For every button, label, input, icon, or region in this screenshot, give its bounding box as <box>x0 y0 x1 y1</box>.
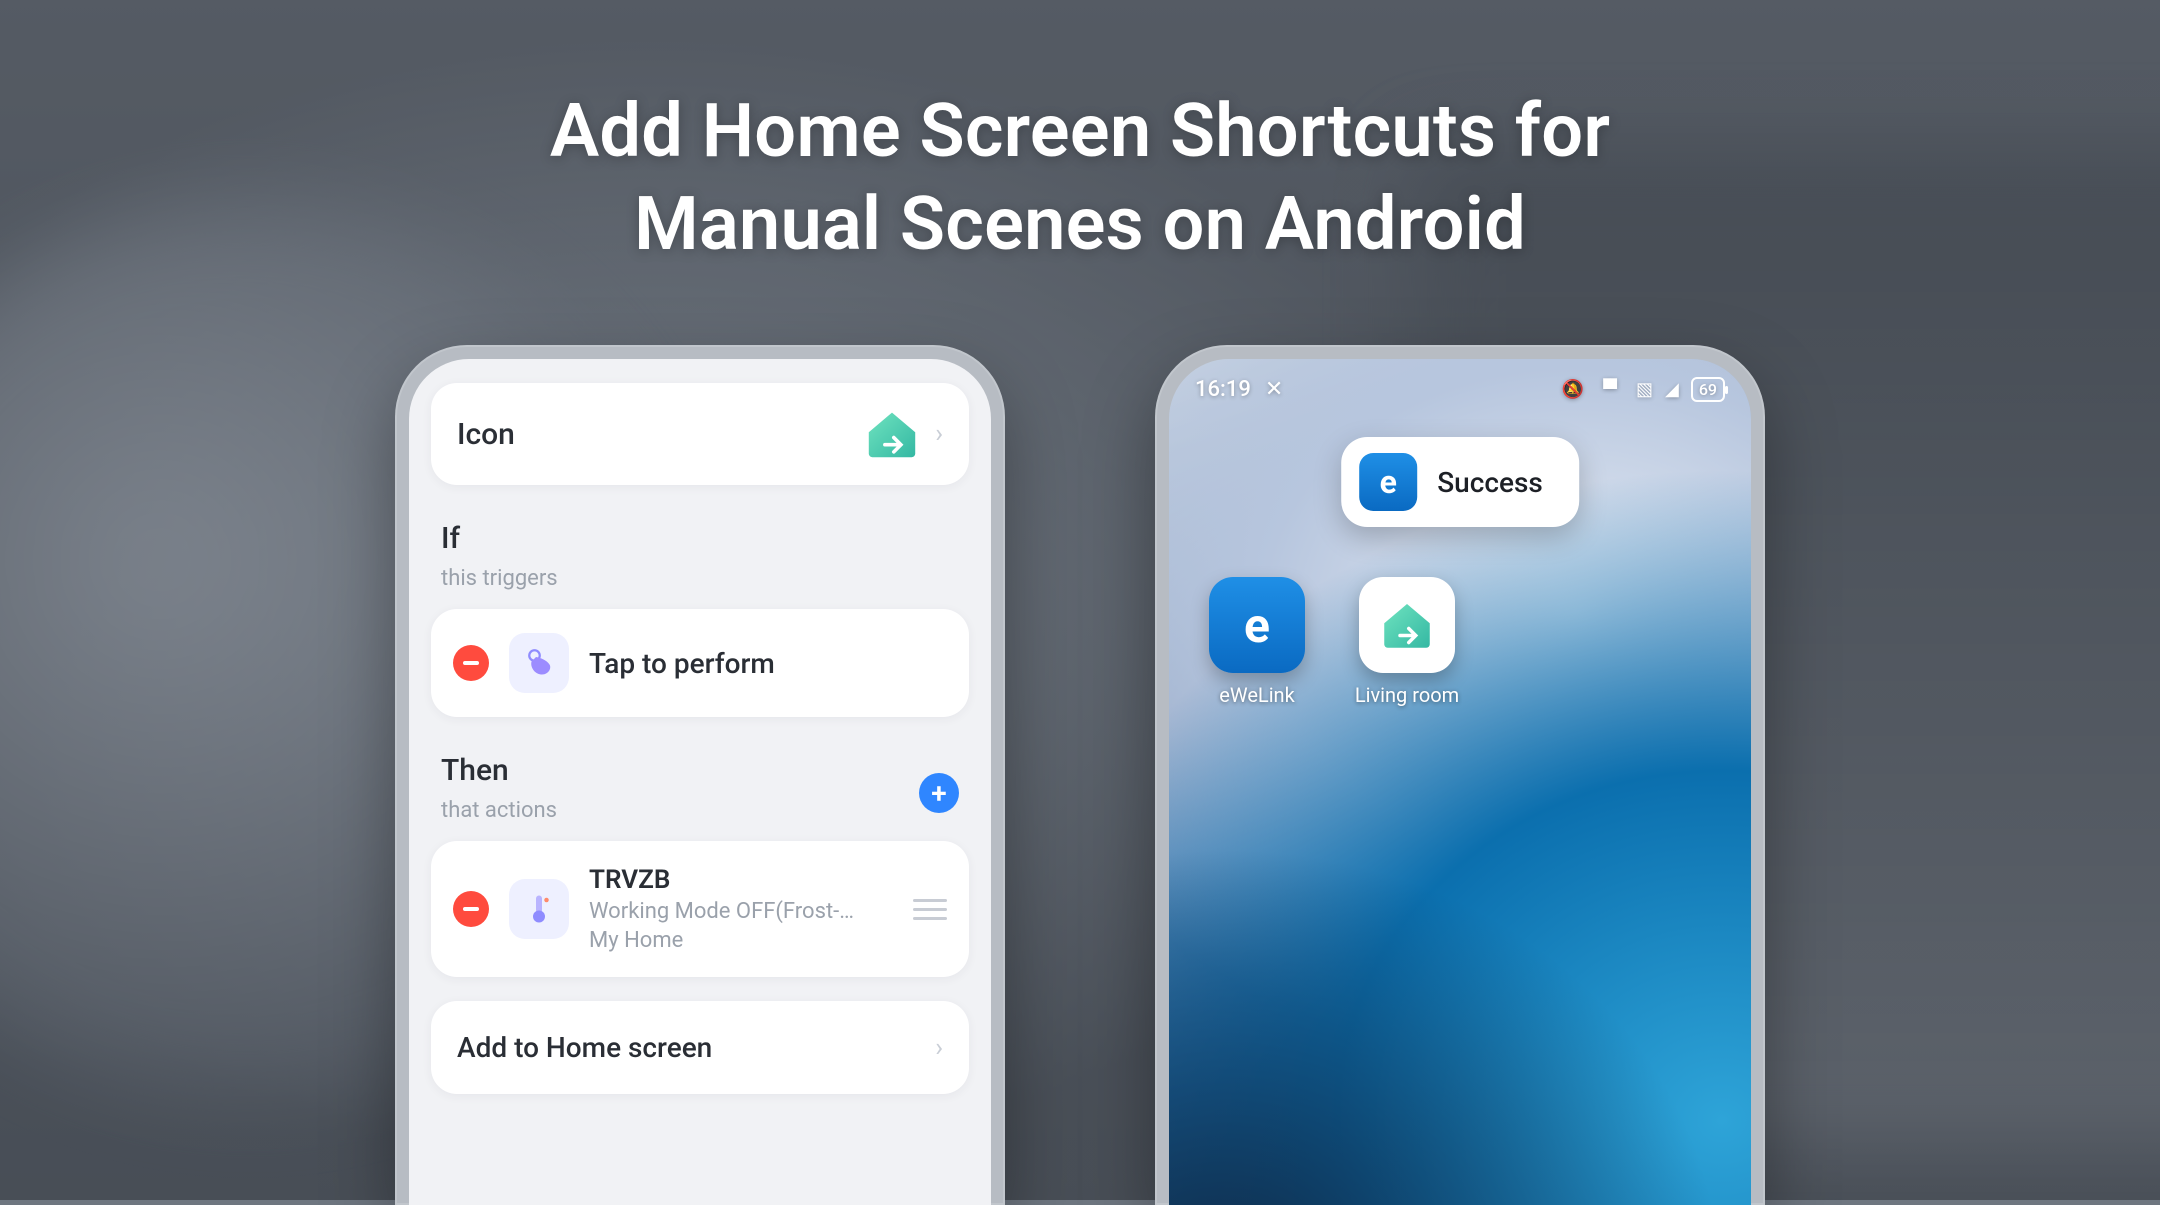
then-section-header: Then that actions + <box>431 717 969 841</box>
phone-android-home: 16:19 ✕ 🔕 ▝▘ ▧ ◢ 69 <box>1155 345 1765 1205</box>
tools-icon: ✕ <box>1265 377 1283 402</box>
action-home: My Home <box>589 928 854 953</box>
house-arrow-icon <box>863 409 921 459</box>
drag-handle-icon[interactable] <box>913 899 947 920</box>
phone-group: Icon <box>395 345 1765 1205</box>
remove-icon[interactable] <box>453 891 489 927</box>
if-section-header: If this triggers <box>431 485 969 609</box>
page-title: Add Home Screen Shortcuts for Manual Sce… <box>330 86 1830 271</box>
icon-selector-row[interactable]: Icon <box>431 383 969 485</box>
icon-row-label: Icon <box>457 417 515 452</box>
add-to-home-screen-row[interactable]: Add to Home screen › <box>431 1001 969 1094</box>
mute-icon: 🔕 <box>1562 379 1584 400</box>
then-title: Then <box>441 753 959 788</box>
ewelink-app-icon: e <box>1359 453 1417 511</box>
status-time: 16:19 <box>1195 377 1251 402</box>
wifi-icon: ▧ <box>1636 379 1653 400</box>
battery-indicator: 69 <box>1691 377 1725 402</box>
chevron-right-icon: › <box>935 1033 943 1063</box>
app-shortcut-living-room[interactable]: Living room <box>1347 577 1467 707</box>
action-title: TRVZB <box>589 865 854 895</box>
success-toast: e Success <box>1341 437 1579 527</box>
then-action-item[interactable]: TRVZB Working Mode OFF(Frost-… My Home <box>431 841 969 977</box>
if-trigger-label: Tap to perform <box>589 647 775 680</box>
add-home-label: Add to Home screen <box>457 1031 712 1064</box>
title-line-2: Manual Scenes on Android <box>634 181 1526 268</box>
signal-icon: ◢ <box>1665 379 1679 400</box>
add-action-button[interactable]: + <box>919 773 959 813</box>
phone-scene-editor: Icon <box>395 345 1005 1205</box>
action-detail: Working Mode OFF(Frost-… <box>589 899 854 924</box>
ewelink-app-icon: e <box>1209 577 1305 673</box>
battery-level: 69 <box>1699 380 1717 399</box>
title-line-1: Add Home Screen Shortcuts for <box>550 88 1610 175</box>
if-title: If <box>441 521 959 556</box>
app-label: eWeLink <box>1219 683 1294 707</box>
app-ewelink[interactable]: e eWeLink <box>1197 577 1317 707</box>
home-screen-apps: e eWeLink <box>1197 577 1467 707</box>
tap-icon <box>509 633 569 693</box>
thermometer-icon <box>509 879 569 939</box>
if-subtitle: this triggers <box>441 566 959 591</box>
toast-message: Success <box>1437 466 1543 499</box>
status-bar: 16:19 ✕ 🔕 ▝▘ ▧ ◢ 69 <box>1169 359 1751 402</box>
if-trigger-item[interactable]: Tap to perform <box>431 609 969 717</box>
app-label: Living room <box>1355 683 1459 707</box>
then-subtitle: that actions <box>441 798 959 823</box>
chevron-right-icon: › <box>935 419 943 449</box>
scene-shortcut-icon <box>1359 577 1455 673</box>
network-icon: ▝▘ <box>1596 379 1624 400</box>
remove-icon[interactable] <box>453 645 489 681</box>
